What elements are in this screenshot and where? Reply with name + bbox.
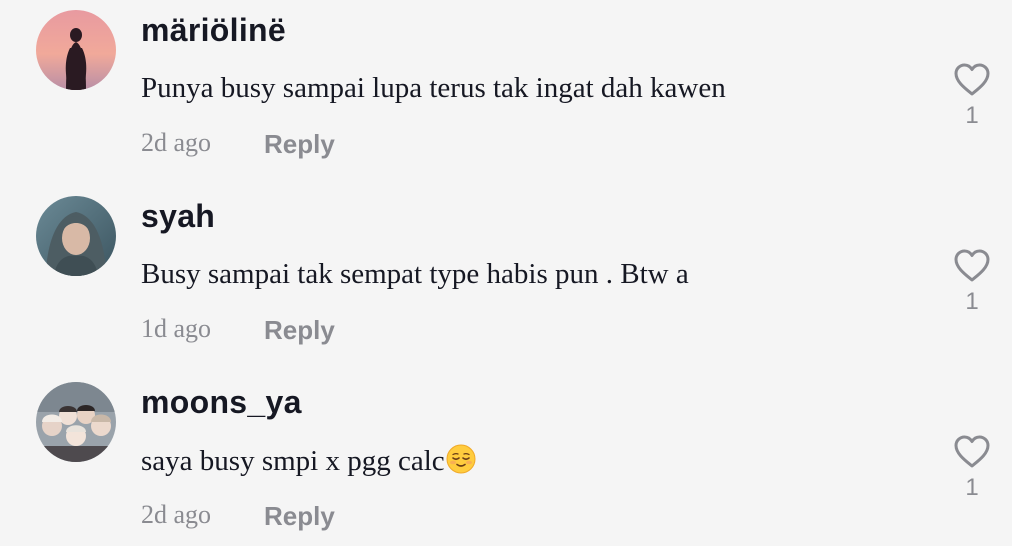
avatar[interactable] xyxy=(36,382,116,462)
comment-text: Punya busy sampai lupa terus tak ingat d… xyxy=(141,72,726,104)
comment-timestamp: 2d ago xyxy=(141,128,212,157)
comment-timestamp: 1d ago xyxy=(141,314,212,343)
like-button[interactable] xyxy=(952,246,992,286)
comment-item: moons_ya saya busy smpi x pgg calc 2d ag… xyxy=(0,372,1012,546)
comment-item: syah Busy sampai tak sempat type habis p… xyxy=(0,186,1012,372)
like-button[interactable] xyxy=(952,432,992,472)
comment-timestamp: 2d ago xyxy=(141,500,212,529)
comment-text-body: saya busy smpi x pgg calc xyxy=(141,445,445,477)
group-photo-avatar xyxy=(36,382,116,462)
heart-icon xyxy=(954,435,990,468)
sunset-silhouette-avatar xyxy=(36,10,116,90)
username[interactable]: syah xyxy=(141,198,215,235)
comment-item: märiölinë Punya busy sampai lupa terus t… xyxy=(0,0,1012,186)
like-count: 1 xyxy=(965,102,979,129)
relieved-face-emoji xyxy=(446,444,476,474)
reply-button[interactable]: Reply xyxy=(264,501,335,532)
heart-icon xyxy=(954,63,990,96)
hijab-portrait-avatar xyxy=(36,196,116,276)
like-count: 1 xyxy=(965,288,979,315)
comment-text: Busy sampai tak sempat type habis pun . … xyxy=(141,258,689,290)
reply-button[interactable]: Reply xyxy=(264,315,335,346)
heart-icon xyxy=(954,249,990,282)
avatar[interactable] xyxy=(36,10,116,90)
like-count: 1 xyxy=(965,474,979,501)
avatar[interactable] xyxy=(36,196,116,276)
like-button[interactable] xyxy=(952,60,992,100)
username[interactable]: moons_ya xyxy=(141,384,302,421)
username[interactable]: märiölinë xyxy=(141,12,286,49)
comment-text: saya busy smpi x pgg calc xyxy=(141,444,476,478)
reply-button[interactable]: Reply xyxy=(264,129,335,160)
